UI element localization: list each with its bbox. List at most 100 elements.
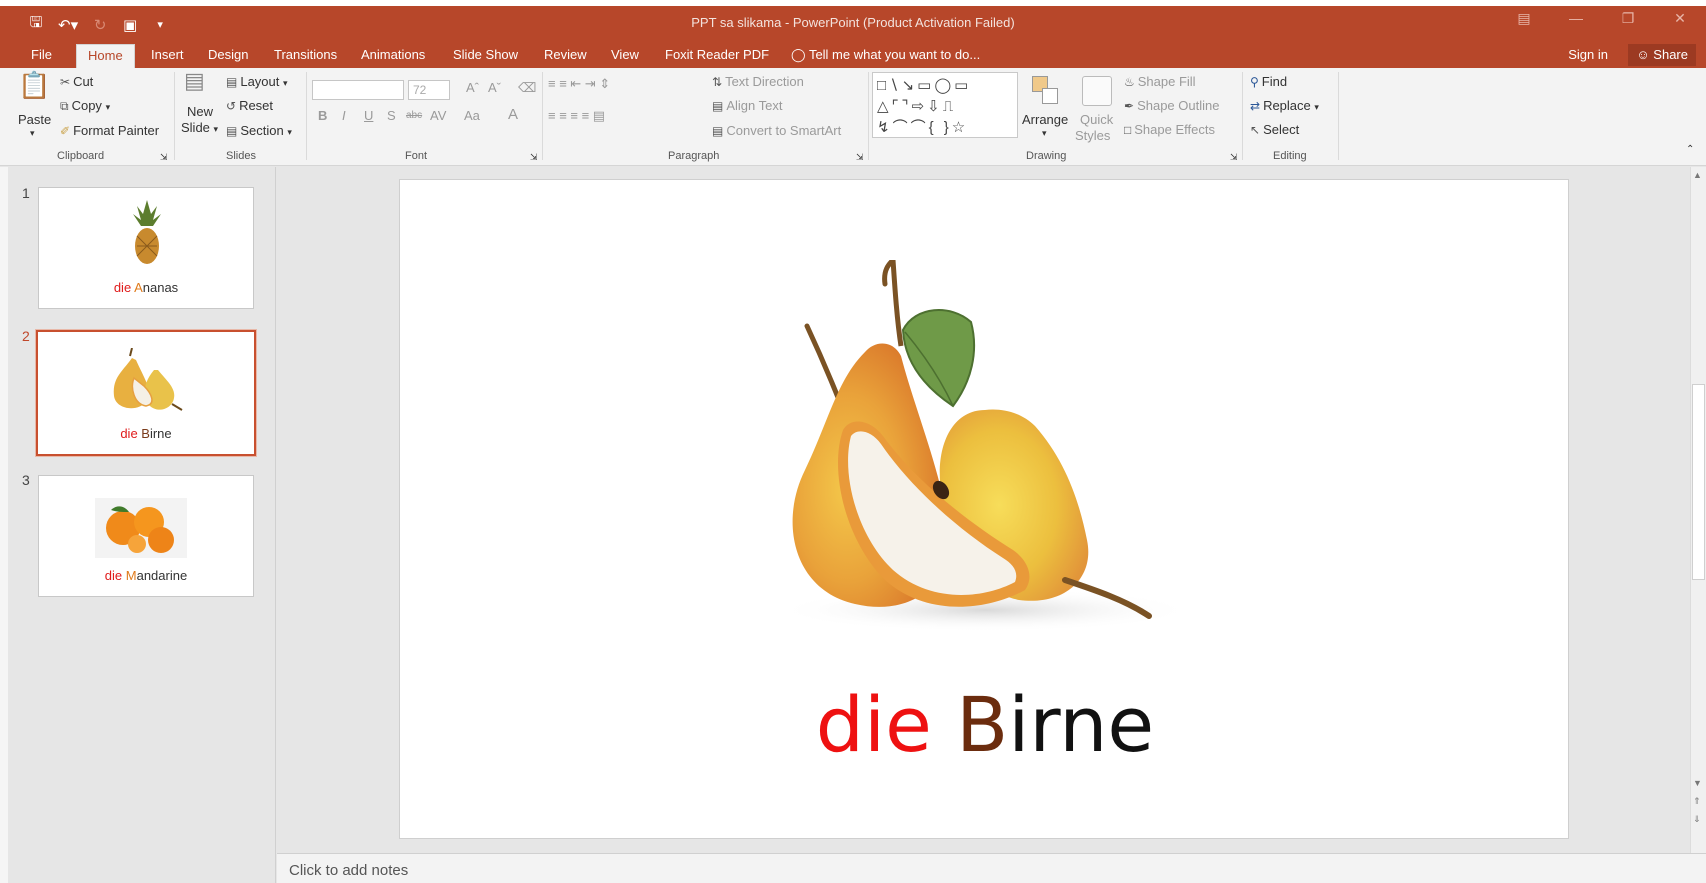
paste-button[interactable]: Paste: [18, 112, 51, 127]
scroll-down-icon[interactable]: ▼: [1693, 778, 1702, 788]
shape-effects-button[interactable]: □ Shape Effects: [1124, 122, 1215, 137]
ribbon: 📋 Paste ▾ ✂ Cut ⧉ Copy ▾ ✐ Format Painter C…: [0, 68, 1706, 166]
scissors-icon: ✂: [60, 75, 71, 89]
group-separator: [868, 72, 869, 160]
tell-me-label: Tell me what you want to do...: [808, 47, 981, 62]
close-icon[interactable]: ✕: [1654, 10, 1706, 27]
restore-icon[interactable]: ❐: [1602, 10, 1654, 27]
align-text-button[interactable]: ▤ Align Text: [712, 98, 782, 113]
new-slide-button-line2[interactable]: Slide ▾: [181, 120, 218, 135]
copy-label: Copy: [71, 98, 102, 113]
clipboard-launcher-icon[interactable]: ⇲: [160, 152, 168, 163]
paint-bucket-icon: ♨: [1124, 75, 1135, 89]
underline-button[interactable]: U: [364, 108, 373, 123]
new-slide-icon[interactable]: ▤: [184, 68, 205, 94]
tab-transitions[interactable]: Transitions: [263, 44, 348, 68]
quick-styles-icon[interactable]: [1082, 76, 1112, 106]
slide-thumbnail-3[interactable]: die Mandarine: [38, 475, 254, 597]
tab-insert[interactable]: Insert: [140, 44, 195, 68]
shape-effects-label: Shape Effects: [1134, 122, 1215, 137]
current-slide-canvas[interactable]: die Birne: [399, 179, 1569, 839]
layout-button[interactable]: ▤ Layout ▾: [226, 74, 288, 89]
section-button[interactable]: ▤ Section ▾: [226, 123, 292, 138]
decrease-font-icon[interactable]: Aˇ: [488, 80, 501, 95]
smartart-label: Convert to SmartArt: [726, 123, 842, 138]
ribbon-tabs: File Home Insert Design Transitions Anim…: [0, 44, 1706, 68]
cut-label: Cut: [73, 74, 94, 89]
article-text: die: [104, 568, 126, 583]
strikethrough-button[interactable]: abc: [406, 110, 422, 121]
scrollbar-thumb[interactable]: [1692, 384, 1705, 580]
slide-thumbnail-2[interactable]: die Birne: [36, 330, 256, 456]
lightbulb-icon: ◯: [791, 47, 809, 62]
layout-icon: ▤: [226, 75, 238, 89]
title-article: die: [815, 680, 932, 769]
arrange-icon[interactable]: [1030, 74, 1062, 108]
arrange-button[interactable]: Arrange: [1022, 112, 1068, 127]
minimize-icon[interactable]: —: [1550, 10, 1602, 27]
alignment-icons[interactable]: ≡ ≡ ≡ ≡ ▤: [548, 108, 605, 124]
font-size-input[interactable]: 72: [408, 80, 450, 100]
arrange-shape-front: [1042, 88, 1058, 104]
window-title: PPT sa slikama - PowerPoint (Product Act…: [691, 15, 1015, 30]
increase-font-icon[interactable]: Aˆ: [466, 80, 479, 95]
notes-pane[interactable]: Click to add notes: [277, 853, 1706, 883]
text-direction-button[interactable]: ⇅ Text Direction: [712, 74, 804, 89]
sign-in-link[interactable]: Sign in: [1568, 44, 1608, 66]
shapes-gallery[interactable]: □∖↘▭◯▭ △⌜⌝⇨⇩⎍ ↯⌒⌒{ }☆: [872, 72, 1018, 138]
group-separator: [306, 72, 307, 160]
italic-button[interactable]: I: [342, 108, 346, 123]
select-button[interactable]: ↖ Select: [1250, 122, 1299, 137]
tab-view[interactable]: View: [600, 44, 650, 68]
clear-formatting-icon[interactable]: ⌫: [518, 80, 536, 96]
format-painter-button[interactable]: ✐ Format Painter: [60, 123, 159, 138]
scroll-up-icon[interactable]: ▲: [1693, 170, 1702, 180]
new-slide-button[interactable]: New: [187, 104, 213, 119]
slide-thumbnail-1[interactable]: die Ananas: [38, 187, 254, 309]
paste-dropdown-icon[interactable]: ▾: [30, 128, 35, 139]
paragraph-launcher-icon[interactable]: ⇲: [856, 152, 864, 163]
drawing-launcher-icon[interactable]: ⇲: [1230, 152, 1238, 163]
copy-button[interactable]: ⧉ Copy ▾: [60, 98, 110, 114]
reset-icon: ↺: [226, 99, 237, 113]
shadow-button[interactable]: S: [387, 108, 396, 123]
format-painter-label: Format Painter: [73, 123, 160, 138]
slide-title[interactable]: die Birne: [400, 680, 1570, 769]
tab-home[interactable]: Home: [76, 44, 135, 68]
replace-button[interactable]: ⇄ Replace ▾: [1250, 98, 1319, 113]
tab-slide-show[interactable]: Slide Show: [442, 44, 529, 68]
character-spacing-button[interactable]: AV: [430, 108, 446, 123]
change-case-button[interactable]: Aa: [464, 108, 480, 123]
font-name-input[interactable]: [312, 80, 404, 100]
left-edge: [0, 167, 8, 883]
arrange-dropdown-icon[interactable]: ▾: [1042, 128, 1047, 139]
find-button[interactable]: ⚲ Find: [1250, 74, 1287, 89]
tab-animations[interactable]: Animations: [350, 44, 436, 68]
window-controls: ▤ — ❐ ✕: [1498, 10, 1706, 27]
tab-review[interactable]: Review: [533, 44, 598, 68]
bullets-icon[interactable]: ≡ ≡ ⇤ ⇥ ⇕: [548, 76, 610, 92]
replace-icon: ⇄: [1250, 99, 1261, 113]
next-slide-icon[interactable]: ⇓: [1693, 814, 1701, 825]
font-color-button[interactable]: A: [508, 106, 518, 123]
title-initial: B: [956, 680, 1009, 769]
text-direction-label: Text Direction: [725, 74, 804, 89]
tab-foxit-reader-pdf[interactable]: Foxit Reader PDF: [654, 44, 780, 68]
paste-icon[interactable]: 📋: [18, 70, 50, 101]
ribbon-display-options-icon[interactable]: ▤: [1498, 10, 1550, 27]
quick-styles-button-line2[interactable]: Styles: [1075, 128, 1110, 143]
tell-me-search[interactable]: ◯ Tell me what you want to do...: [780, 44, 991, 68]
collapse-ribbon-icon[interactable]: ⌃: [1686, 144, 1694, 155]
quick-styles-button[interactable]: Quick: [1080, 112, 1113, 127]
tab-design[interactable]: Design: [197, 44, 259, 68]
bold-button[interactable]: B: [318, 108, 327, 123]
reset-button[interactable]: ↺ Reset: [226, 98, 273, 113]
shape-outline-button[interactable]: ✒ Shape Outline: [1124, 98, 1219, 113]
cut-button[interactable]: ✂ Cut: [60, 74, 93, 89]
previous-slide-icon[interactable]: ⇑: [1693, 796, 1701, 807]
tab-file[interactable]: File: [20, 44, 63, 68]
share-button[interactable]: ☺ Share: [1628, 44, 1696, 66]
shape-fill-button[interactable]: ♨ Shape Fill: [1124, 74, 1196, 89]
convert-smartart-button[interactable]: ▤ Convert to SmartArt: [712, 123, 841, 138]
font-launcher-icon[interactable]: ⇲: [530, 152, 538, 163]
